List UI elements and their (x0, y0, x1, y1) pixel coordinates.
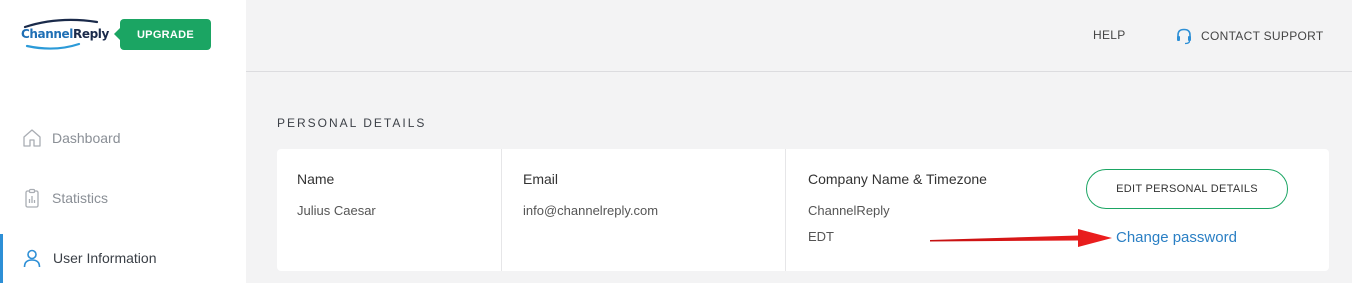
headset-icon (1177, 28, 1191, 45)
company-name-value: ChannelReply (808, 203, 890, 218)
channelreply-logo[interactable]: ChannelReply (19, 18, 109, 52)
sidebar: ChannelReply UPGRADE Dashboard Statistic… (0, 0, 246, 283)
edit-personal-details-button[interactable]: EDIT PERSONAL DETAILS (1086, 169, 1288, 209)
timezone-value: EDT (808, 229, 834, 244)
home-icon (23, 129, 41, 147)
help-link[interactable]: HELP (1093, 28, 1126, 42)
sidebar-item-label: Statistics (52, 190, 109, 206)
sidebar-item-statistics[interactable]: Statistics (0, 178, 246, 218)
company-heading: Company Name & Timezone (808, 171, 987, 187)
contact-support-link[interactable]: CONTACT SUPPORT (1175, 26, 1324, 46)
section-title: PERSONAL DETAILS (277, 116, 427, 130)
sidebar-item-user-information[interactable]: User Information (0, 234, 246, 283)
user-icon (23, 249, 41, 268)
clipboard-chart-icon (25, 188, 39, 208)
change-password-link[interactable]: Change password (1116, 229, 1237, 246)
email-column: Email info@channelreply.com (502, 149, 786, 271)
name-heading: Name (297, 171, 335, 187)
red-arrow-annotation (930, 229, 1112, 247)
name-column: Name Julius Caesar (277, 149, 502, 271)
top-bar: HELP CONTACT SUPPORT (246, 0, 1352, 72)
sidebar-item-dashboard[interactable]: Dashboard (0, 118, 246, 158)
logo-text: ChannelReply (21, 27, 109, 41)
personal-details-card: Name Julius Caesar Email info@channelrep… (277, 149, 1329, 271)
upgrade-button[interactable]: UPGRADE (114, 19, 211, 50)
name-value: Julius Caesar (297, 203, 376, 218)
sidebar-item-label: User Information (53, 250, 157, 266)
email-heading: Email (523, 171, 559, 187)
company-column: Company Name & Timezone ChannelReply EDT (786, 149, 1329, 271)
email-value: info@channelreply.com (523, 203, 659, 218)
sidebar-item-label: Dashboard (52, 130, 121, 146)
contact-support-label: CONTACT SUPPORT (1201, 29, 1324, 43)
